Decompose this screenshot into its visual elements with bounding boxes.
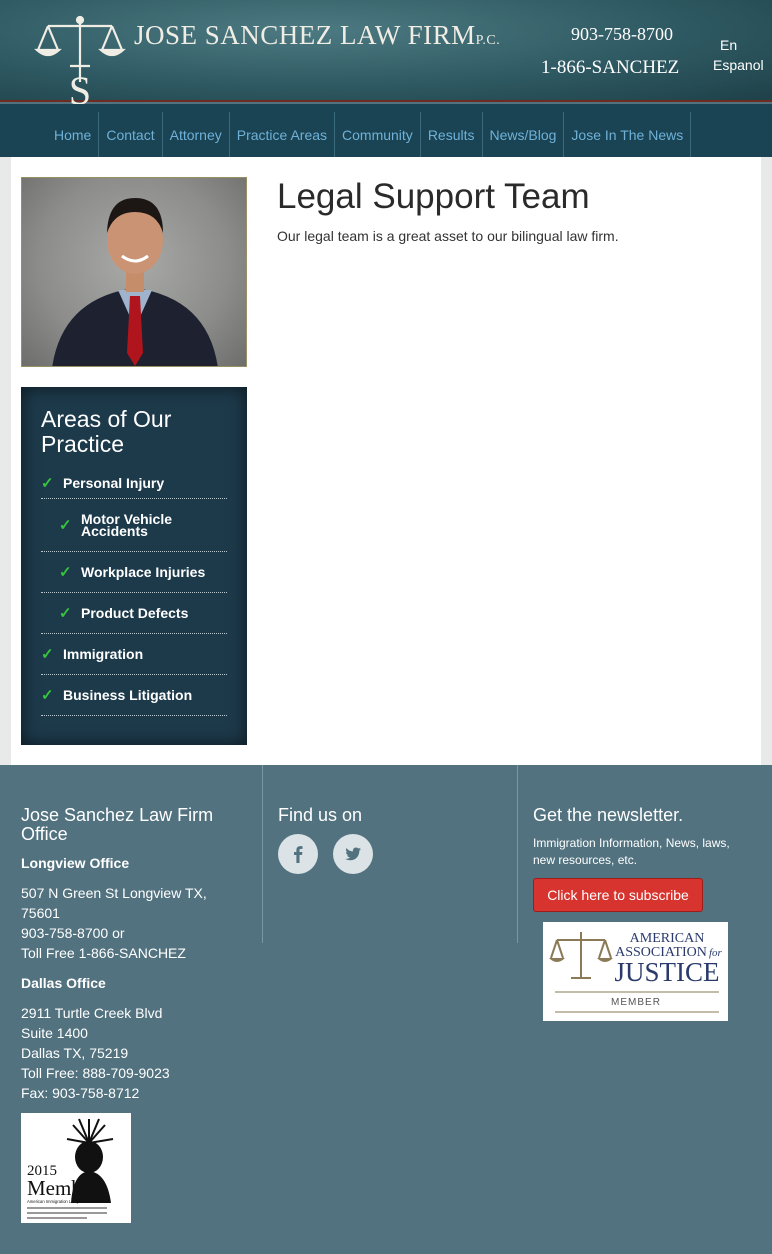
badge-org: American Immigration Lawyers Association — [27, 1199, 107, 1204]
site-footer: Jose Sanchez Law Firm Office Longview Of… — [0, 765, 772, 1254]
newsletter-description: Immigration Information, News, laws, new… — [533, 836, 730, 867]
checkmark-icon: ✓ — [59, 605, 72, 622]
practice-item-workplace-injuries[interactable]: ✓ Workplace Injuries — [41, 552, 227, 593]
checkmark-icon: ✓ — [41, 474, 54, 492]
dallas-office-title: Dallas Office — [21, 975, 106, 991]
nav-item-jose-in-the-news[interactable]: Jose In The News — [564, 112, 692, 157]
practice-item-label: Personal Injury — [63, 474, 165, 491]
practice-item-label: Business Litigation — [63, 687, 193, 703]
practice-item-product-defects[interactable]: ✓ Product Defects — [41, 593, 227, 634]
language-english-link[interactable]: En — [720, 37, 737, 53]
facebook-icon — [294, 846, 303, 863]
nav-item-news-blog[interactable]: News/Blog — [483, 112, 565, 157]
practice-item-label: Workplace Injuries — [81, 564, 206, 580]
address-line: Fax: 903-758-8712 — [21, 1085, 140, 1101]
aaj-member-badge[interactable]: AMERICAN ASSOCIATION for JUSTICE MEMBER — [543, 922, 728, 1021]
firm-suffix: P.C. — [475, 33, 501, 48]
checkmark-icon: ✓ — [59, 564, 72, 581]
practice-item-label: Product Defects — [81, 605, 189, 621]
scales-of-justice-logo[interactable]: S — [34, 12, 126, 108]
practice-areas-panel: Areas of Our Practice ✓ Personal Injury … — [21, 387, 247, 745]
address-line: Toll Free: 888-709-9023 — [21, 1065, 170, 1081]
address-line: 75601 — [21, 905, 60, 921]
practice-item-business-litigation[interactable]: ✓ Business Litigation — [41, 675, 227, 716]
practice-item-motor-vehicle-accidents[interactable]: ✓ Motor Vehicle Accidents — [41, 499, 227, 552]
nav-item-practice-areas[interactable]: Practice Areas — [230, 112, 336, 157]
twitter-link[interactable] — [333, 834, 373, 874]
find-us-heading: Find us on — [278, 805, 363, 825]
longview-office-title: Longview Office — [21, 855, 130, 871]
firm-name[interactable]: JOSE SANCHEZ LAW FIRMP.C. — [134, 20, 500, 51]
practice-item-label: Immigration — [63, 646, 144, 662]
firm-name-text: JOSE SANCHEZ LAW FIRM — [134, 20, 476, 50]
aaj-line1: AMERICAN — [630, 931, 705, 946]
page-title: Legal Support Team — [277, 177, 590, 216]
nav-items: Home Contact Attorney Practice Areas Com… — [47, 112, 692, 157]
checkmark-icon: ✓ — [41, 687, 54, 704]
badge-word: Member — [27, 1176, 98, 1200]
address-line: Suite 1400 — [21, 1025, 88, 1041]
main-nav: Home Contact Attorney Practice Areas Com… — [0, 104, 772, 157]
practice-item-personal-injury[interactable]: ✓ Personal Injury — [41, 467, 227, 499]
dallas-address: 2911 Turtle Creek Blvd Suite 1400 Dallas… — [21, 1003, 170, 1103]
language-spanish-link[interactable]: Espanol — [713, 57, 764, 73]
nav-item-results[interactable]: Results — [421, 112, 483, 157]
page-edge-left — [0, 157, 11, 765]
aaj-line3: JUSTICE — [614, 957, 719, 987]
practice-item-immigration[interactable]: ✓ Immigration — [41, 634, 227, 675]
address-line: Toll Free 1-866-SANCHEZ — [21, 945, 186, 961]
practice-areas-title: Areas of Our Practice — [41, 406, 172, 457]
practice-item-label: Motor Vehicle Accidents — [81, 511, 173, 539]
subscribe-button[interactable]: Click here to subscribe — [533, 878, 703, 912]
longview-address: 507 N Green St Longview TX, 75601 903-75… — [21, 883, 207, 963]
page-intro-text: Our legal team is a great asset to our b… — [277, 228, 619, 244]
facebook-link[interactable] — [278, 834, 318, 874]
aaj-line4: MEMBER — [611, 997, 661, 1008]
twitter-icon — [345, 847, 361, 861]
logo-letter: S — [69, 68, 91, 108]
office-heading: Jose Sanchez Law Firm Office — [21, 805, 214, 844]
aila-member-badge[interactable]: 2015 Member American Immigration Lawyers… — [21, 1113, 131, 1223]
address-line: 2911 Turtle Creek Blvd — [21, 1005, 163, 1021]
footer-divider — [517, 765, 518, 943]
nav-item-contact[interactable]: Contact — [99, 112, 163, 157]
address-line: Dallas TX, 75219 — [21, 1045, 129, 1061]
nav-item-community[interactable]: Community — [335, 112, 421, 157]
checkmark-icon: ✓ — [41, 646, 54, 663]
site-header: S JOSE SANCHEZ LAW FIRMP.C. 903-758-8700… — [0, 0, 772, 108]
aaj-scales-icon: AMERICAN ASSOCIATION for JUSTICE MEMBER — [549, 931, 723, 1013]
newsletter-heading: Get the newsletter. — [533, 805, 684, 825]
nav-item-attorney[interactable]: Attorney — [163, 112, 230, 157]
page-edge-right — [761, 157, 772, 765]
attorney-photo — [21, 177, 247, 367]
main-content-area: Areas of Our Practice ✓ Personal Injury … — [11, 157, 761, 765]
attorney-portrait-illustration — [52, 198, 218, 366]
phone-toll-free[interactable]: 1-866-SANCHEZ — [541, 57, 679, 79]
nav-item-home[interactable]: Home — [47, 112, 100, 157]
checkmark-icon: ✓ — [59, 517, 72, 534]
footer-divider — [262, 765, 263, 943]
address-line: 903-758-8700 or — [21, 925, 125, 941]
statue-of-liberty-icon: 2015 Member American Immigration Lawyers… — [27, 1118, 114, 1219]
address-line: 507 N Green St Longview TX, — [21, 885, 207, 901]
phone-local[interactable]: 903-758-8700 — [571, 24, 673, 45]
